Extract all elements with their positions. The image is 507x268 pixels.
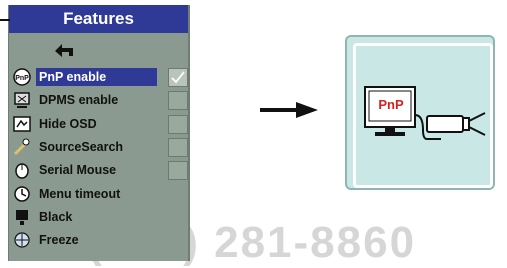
menu-item-hide-osd[interactable]: Hide OSD	[9, 114, 188, 134]
back-arrow-icon[interactable]	[53, 43, 75, 59]
menu-item-serial-mouse[interactable]: Serial Mouse	[9, 160, 188, 181]
dpms-icon	[12, 90, 32, 110]
menu-item-label: Black	[39, 209, 73, 224]
menu-item-checkbox[interactable]	[168, 161, 188, 181]
menu-item-label: Menu timeout	[39, 186, 121, 201]
menu-item-pnp-enable[interactable]: PnP PnP enable	[9, 67, 188, 87]
features-menu: Features PnP PnP enable DPMS enable Hide OS…	[8, 5, 190, 261]
mouse-icon	[12, 160, 32, 180]
menu-item-label: Serial Mouse	[39, 163, 117, 178]
black-icon	[12, 207, 32, 227]
menu-item-label: SourceSearch	[39, 139, 124, 154]
menu-item-sourcesearch[interactable]: SourceSearch	[9, 137, 188, 157]
freeze-icon	[12, 230, 32, 250]
menu-item-checkbox[interactable]	[168, 137, 188, 157]
svg-text:PnP: PnP	[15, 75, 29, 82]
menu-item-label: Freeze	[39, 233, 79, 248]
hide-osd-icon	[12, 114, 32, 134]
pnp-icon: PnP	[12, 67, 32, 87]
source-search-icon	[12, 137, 32, 157]
menu-timeout-icon	[12, 184, 32, 204]
monitor-projector-icon	[364, 86, 486, 140]
menu-item-dpms-enable[interactable]: DPMS enable	[9, 90, 188, 111]
menu-title: Features	[9, 5, 188, 33]
menu-item-label: Hide OSD	[39, 116, 97, 131]
pnp-screen-label: PnP	[378, 97, 404, 112]
menu-item-black[interactable]: Black	[9, 207, 188, 227]
menu-item-checkbox[interactable]	[168, 114, 188, 134]
menu-item-checkbox[interactable]	[168, 91, 188, 111]
menu-edge-marker	[0, 19, 10, 21]
menu-item-label: PnP enable	[36, 68, 157, 86]
menu-item-freeze[interactable]: Freeze	[9, 230, 188, 250]
arrow-right-icon	[260, 102, 318, 118]
menu-item-label: DPMS enable	[39, 93, 119, 108]
menu-item-checkbox[interactable]	[168, 68, 188, 87]
menu-item-menu-timeout[interactable]: Menu timeout	[9, 184, 188, 204]
